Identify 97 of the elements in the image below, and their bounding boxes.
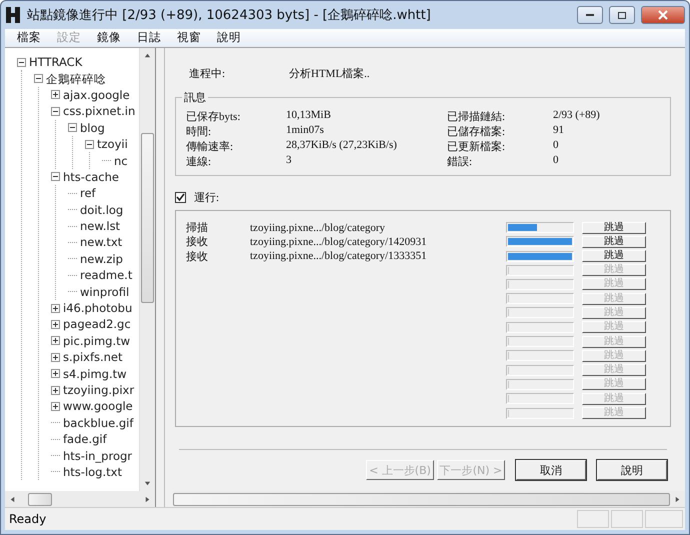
info-label: 已保存byts: — [186, 110, 242, 124]
checkbox-label: 運行: — [194, 190, 220, 204]
tree-item[interactable]: fade.gif — [63, 432, 107, 446]
info-value: 3 — [286, 154, 292, 168]
menu-item[interactable]: 檔案 — [9, 29, 49, 47]
tree-item[interactable]: readme.t — [80, 268, 132, 282]
scroll-right-icon[interactable] — [674, 496, 681, 502]
horizontal-scrollbar[interactable] — [173, 491, 685, 507]
info-label: 連線: — [186, 155, 212, 169]
tree-item[interactable]: tzoyii — [97, 137, 128, 152]
tree-item[interactable]: new.zip — [80, 252, 123, 266]
task-url: tzoyiing.pixne.../blog/category/1333351 — [250, 250, 427, 262]
status-text: Ready — [8, 512, 48, 526]
menu-item[interactable]: 說明 — [209, 29, 249, 47]
close-button[interactable] — [641, 6, 685, 24]
menu-item[interactable]: 日誌 — [129, 29, 169, 47]
tree-item[interactable]: nc — [114, 154, 128, 168]
tree-item[interactable]: pagead2.gc — [63, 317, 131, 332]
skip-button[interactable]: 跳過 — [582, 222, 646, 234]
scroll-up-icon[interactable] — [144, 52, 151, 59]
info-label: 時間: — [186, 125, 212, 139]
tree-item[interactable]: backblue.gif — [63, 416, 134, 430]
info-label: 已更新檔案: — [447, 140, 506, 154]
tree-item[interactable]: hts-log.txt — [63, 464, 122, 479]
tree-item[interactable]: tzoyiing.pixr — [63, 383, 134, 397]
vertical-scrollbar[interactable] — [139, 48, 155, 491]
info-value: 1min07s — [286, 124, 325, 138]
expand-icon[interactable] — [51, 304, 60, 313]
task-url: tzoyiing.pixne.../blog/category/1420931 — [250, 236, 427, 248]
collapse-icon[interactable] — [17, 58, 26, 67]
info-value: 10,13MiB — [286, 109, 332, 123]
tree-item[interactable]: winprofil — [80, 284, 130, 299]
collapse-icon[interactable] — [34, 74, 43, 84]
task-action: 掃描 — [186, 222, 208, 234]
expand-icon[interactable] — [51, 90, 60, 100]
collapse-icon[interactable] — [51, 172, 60, 182]
info-label: 傳輸速率: — [186, 140, 234, 154]
dialog-button[interactable]: 說明 — [597, 460, 667, 480]
tree-item[interactable]: hts-cache — [63, 170, 119, 184]
scroll-thumb[interactable] — [28, 492, 52, 506]
expand-icon[interactable] — [51, 369, 60, 378]
task-action: 接收 — [186, 250, 208, 263]
progress-value: 分析HTML檔案.. — [289, 66, 371, 82]
close-icon — [658, 10, 668, 20]
info-label: 已掃描鏈結: — [447, 110, 506, 124]
tree-item[interactable]: doit.log — [80, 202, 124, 217]
tree-item[interactable]: 企鵝碎碎唸 — [46, 72, 106, 86]
dialog-button[interactable]: 取消 — [516, 460, 586, 480]
collapse-icon[interactable] — [51, 106, 60, 116]
info-value: 91 — [553, 124, 565, 138]
info-value: 0 — [553, 154, 560, 168]
tree-item[interactable]: s4.pimg.tw — [63, 366, 127, 381]
expand-icon[interactable] — [51, 402, 60, 411]
tree-item[interactable]: hts-in_progr — [63, 448, 132, 463]
horizontal-scrollbar[interactable] — [5, 491, 155, 507]
tree-item[interactable]: s.pixfs.net — [63, 350, 123, 364]
app-logo-icon — [5, 6, 21, 24]
expand-icon[interactable] — [51, 352, 60, 362]
tree-item[interactable]: ajax.google — [63, 88, 130, 102]
scroll-down-icon[interactable] — [144, 480, 151, 487]
scroll-thumb[interactable] — [141, 133, 154, 303]
menu-item[interactable]: 鏡像 — [89, 29, 129, 47]
expand-icon[interactable] — [51, 386, 60, 394]
progress-label: 進程中: — [189, 67, 226, 82]
info-value: 2/93 (+89) — [553, 109, 601, 123]
scroll-left-icon[interactable] — [9, 496, 16, 502]
group-title: 訊息 — [183, 91, 207, 105]
tree-item[interactable]: www.google — [63, 399, 133, 414]
tree-item[interactable]: pic.pimg.tw — [63, 334, 130, 348]
expand-icon[interactable] — [51, 336, 60, 346]
tree-item[interactable]: new.lst — [80, 219, 120, 234]
maximize-button[interactable] — [609, 6, 635, 24]
collapse-icon[interactable] — [85, 140, 94, 149]
info-label: 錯誤: — [447, 155, 474, 169]
task-action: 接收 — [186, 236, 208, 248]
collapse-icon[interactable] — [68, 123, 77, 132]
scroll-right-icon[interactable] — [144, 496, 151, 502]
skip-button[interactable]: 跳過 — [582, 250, 646, 262]
tree-item[interactable]: new.txt — [80, 235, 122, 250]
tree-item[interactable]: ref — [80, 186, 96, 200]
tree-item[interactable]: css.pixnet.in — [63, 104, 136, 118]
info-label: 已儲存檔案: — [447, 124, 506, 139]
minimize-icon — [585, 13, 595, 17]
running-checkbox[interactable] — [175, 192, 186, 202]
task-url: tzoyiing.pixne.../blog/category — [250, 222, 386, 234]
scroll-thumb[interactable] — [173, 492, 670, 506]
minimize-button[interactable] — [577, 6, 603, 24]
menu-item[interactable]: 視窗 — [169, 29, 209, 47]
skip-button[interactable]: 跳過 — [582, 236, 646, 248]
expand-icon[interactable] — [51, 320, 60, 329]
maximize-icon — [617, 10, 627, 20]
info-value: 28,37KiB/s (27,23KiB/s) — [286, 139, 398, 153]
tree-item[interactable]: HTTRACK — [29, 55, 82, 70]
tree-item[interactable]: i46.photobu — [63, 301, 132, 316]
window-title: 站點鏡像進行中 [2/93 (+89), 10624303 byts] - [企鵝碎碎唸.whtt] — [27, 7, 432, 24]
tree-item[interactable]: blog — [80, 120, 105, 135]
info-value: 0 — [553, 139, 560, 153]
